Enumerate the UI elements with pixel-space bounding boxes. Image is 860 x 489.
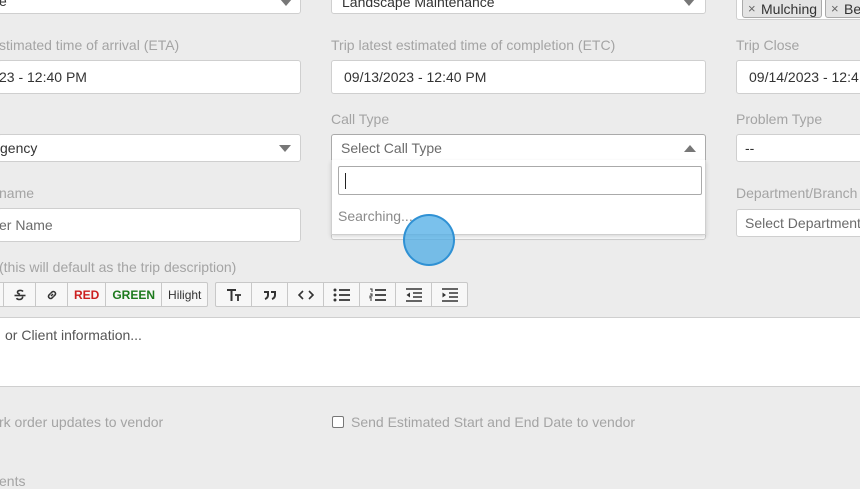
problem-type-label: Problem Type (736, 111, 823, 127)
description-label: (this will default as the trip descripti… (0, 259, 237, 275)
chevron-down-icon (280, 0, 292, 6)
call-type-placeholder: Select Call Type (341, 140, 442, 156)
text-size-button[interactable] (215, 282, 252, 307)
dropdown-status: Searching... (338, 208, 413, 224)
link-button[interactable] (36, 282, 68, 307)
link-icon (47, 290, 56, 299)
chevron-down-icon (279, 145, 291, 152)
send-dates-label: Send Estimated Start and End Date to ven… (351, 414, 636, 430)
etc-value: 09/13/2023 - 12:40 PM (344, 69, 487, 85)
bottom-section-label: ents (0, 473, 26, 489)
problem-type-select[interactable]: -- (736, 134, 860, 162)
eta-field[interactable]: 23 - 12:40 PM (0, 60, 301, 94)
tag-chip[interactable]: × Mulching (742, 0, 823, 19)
department-select[interactable]: Select Department (736, 209, 860, 237)
code-icon (297, 289, 314, 300)
trip-close-label: Trip Close (736, 37, 800, 53)
service-select-value: Landscape Maintenance (342, 0, 495, 10)
outdent-icon (405, 287, 422, 302)
code-button[interactable] (288, 282, 324, 307)
eta-label: stimated time of arrival (ETA) (0, 37, 180, 53)
toolbar-format-group: RED GREEN Hilight (0, 282, 209, 307)
call-type-label: Call Type (331, 111, 390, 127)
left-select[interactable]: e (0, 0, 301, 14)
call-type-dropdown: Searching... (331, 160, 706, 235)
outdent-button[interactable] (396, 282, 432, 307)
editor-placeholder: or Client information... (5, 327, 142, 343)
remove-tag-icon[interactable]: × (831, 0, 839, 19)
indent-icon (441, 287, 458, 302)
send-dates-checkbox[interactable] (332, 416, 344, 428)
quote-button[interactable] (252, 282, 288, 307)
call-type-select[interactable]: Select Call Type (331, 134, 706, 162)
service-select[interactable]: Landscape Maintenance (331, 0, 706, 14)
click-indicator (403, 214, 455, 266)
etc-label: Trip latest estimated time of completion… (331, 37, 616, 53)
etc-field[interactable]: 09/13/2023 - 12:40 PM (331, 60, 706, 94)
priority-select[interactable]: gency (0, 134, 301, 162)
department-placeholder: Select Department (745, 215, 860, 231)
description-editor[interactable]: or Client information... (0, 317, 860, 387)
text-caret (345, 173, 346, 189)
strike-button[interactable] (4, 282, 36, 307)
toolbar-block-group (215, 282, 468, 307)
tag-chip[interactable]: × Be (825, 0, 860, 18)
numbered-list-icon (369, 288, 386, 301)
tags-field[interactable]: × Mulching × Be (736, 0, 860, 20)
remove-tag-icon[interactable]: × (748, 0, 756, 19)
name-field[interactable]: er Name (0, 208, 301, 242)
chevron-down-icon (683, 0, 695, 6)
call-type-search-input[interactable] (338, 166, 702, 195)
text-size-icon (226, 288, 241, 301)
strike-icon (14, 289, 25, 300)
work-order-updates-text: rk order updates to vendor (0, 414, 164, 430)
eta-value: 23 - 12:40 PM (0, 69, 87, 85)
numbered-list-button[interactable] (360, 282, 396, 307)
quote-icon (263, 290, 276, 300)
trip-close-field[interactable]: 09/14/2023 - 12:4 (736, 60, 860, 94)
bullet-list-icon (333, 288, 350, 301)
green-text-button[interactable]: GREEN (106, 282, 163, 307)
name-placeholder: er Name (0, 217, 53, 233)
priority-value: gency (0, 140, 38, 156)
red-text-button[interactable]: RED (68, 282, 107, 307)
indent-button[interactable] (432, 282, 468, 307)
name-label: name (0, 185, 35, 201)
chevron-up-icon (684, 145, 696, 152)
left-select-value: e (0, 0, 7, 9)
trip-close-value: 09/14/2023 - 12:4 (749, 69, 859, 85)
highlight-button[interactable]: Hilight (162, 282, 209, 307)
bullet-list-button[interactable] (324, 282, 360, 307)
department-label: Department/Branch (736, 185, 858, 201)
problem-type-value: -- (745, 140, 755, 156)
